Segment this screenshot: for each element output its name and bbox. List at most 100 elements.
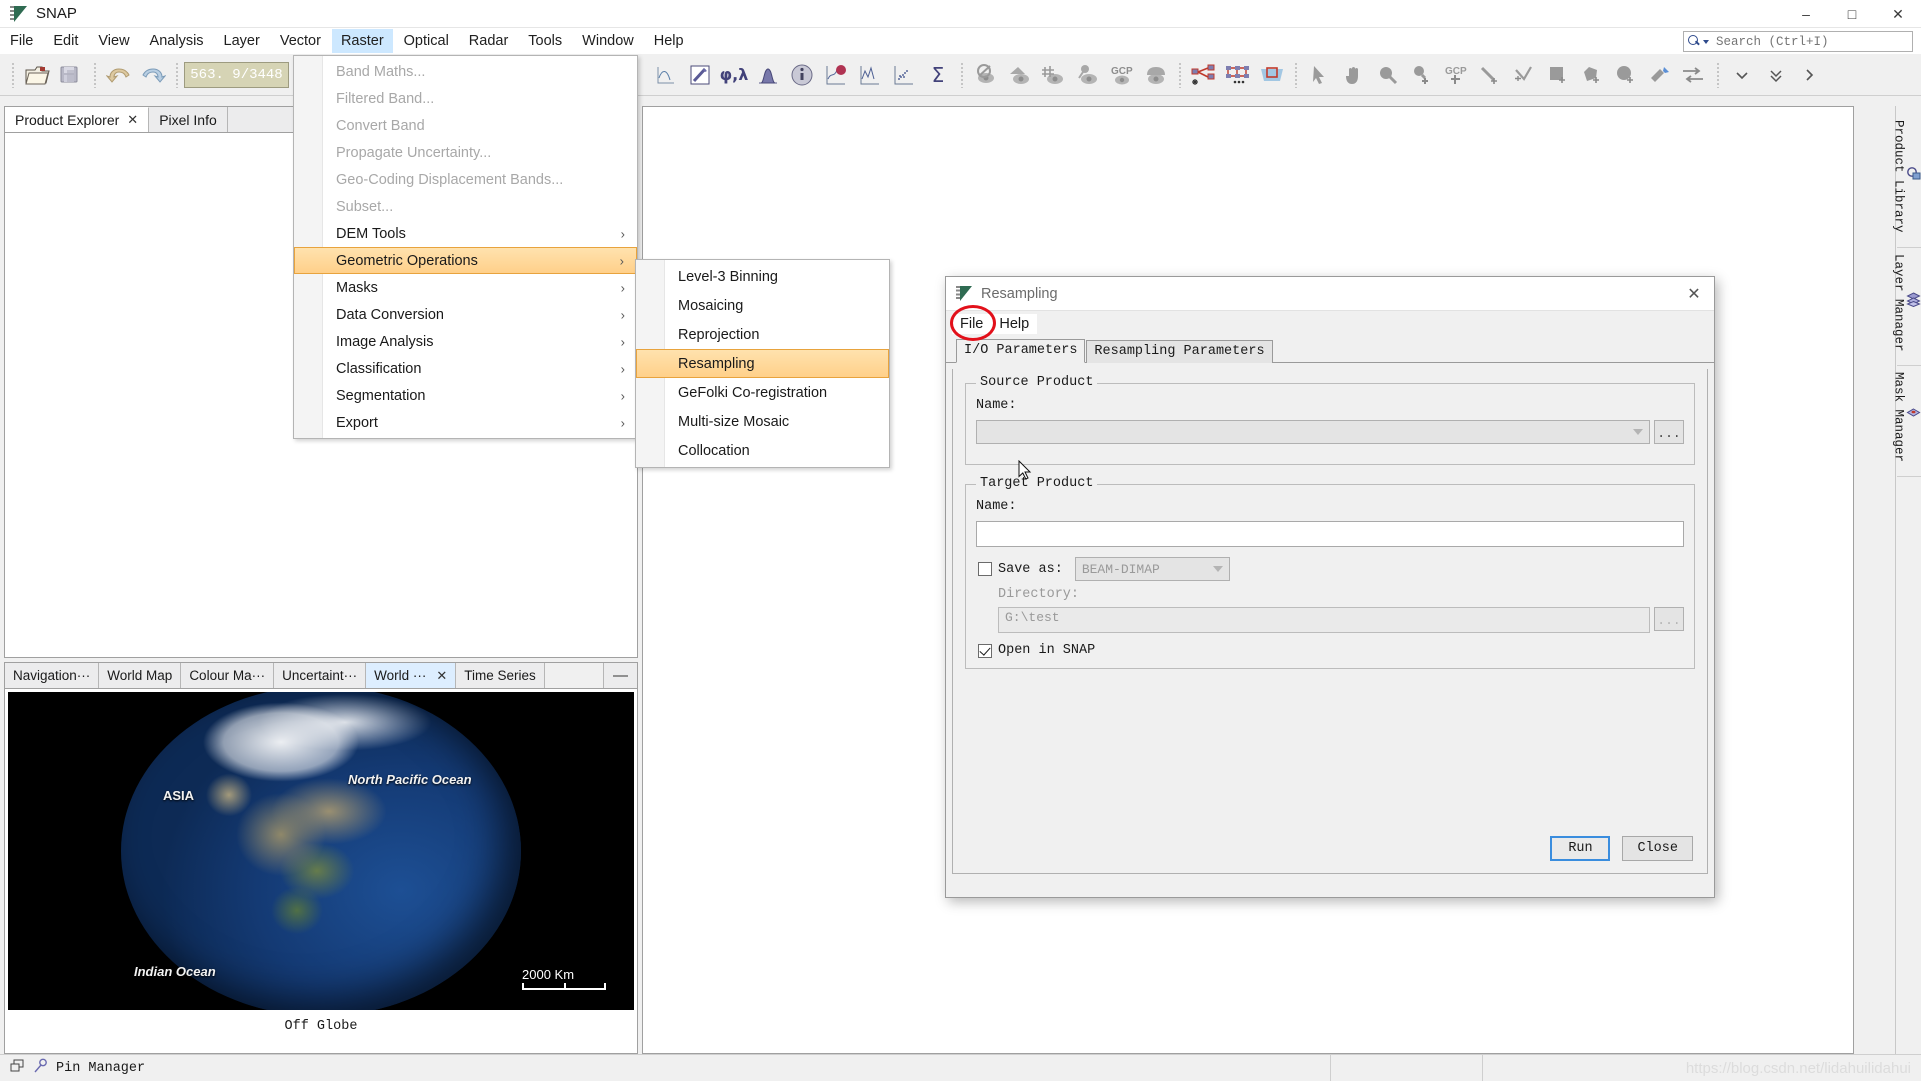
submenu-item-reprojection[interactable]: Reprojection — [636, 320, 889, 349]
menu-item-filtered-band[interactable]: Filtered Band... — [294, 85, 637, 112]
menu-item-segmentation[interactable]: Segmentation › — [294, 382, 637, 409]
minimize-panel-button[interactable]: — — [603, 663, 637, 688]
menu-item-convert-band[interactable]: Convert Band — [294, 112, 637, 139]
source-product-browse-button[interactable]: ... — [1654, 420, 1684, 444]
menu-item-export[interactable]: Export › — [294, 409, 637, 436]
menu-help[interactable]: Help — [645, 29, 693, 53]
menu-raster[interactable]: Raster — [331, 29, 393, 53]
magnifier-plus-icon[interactable] — [1405, 60, 1439, 90]
pan-tool-icon[interactable] — [1337, 60, 1371, 90]
tab-uncertainty[interactable]: Uncertaint··· — [274, 663, 367, 688]
menu-item-geometric-operations[interactable]: Geometric Operations › — [294, 247, 637, 274]
submenu-item-gefolki-co-registration[interactable]: GeFolki Co-registration — [636, 378, 889, 407]
statistics-icon[interactable] — [819, 60, 853, 90]
tab-product-explorer[interactable]: Product Explorer ✕ — [5, 107, 150, 132]
sum-icon[interactable]: Σ — [921, 60, 955, 90]
dock-item-layer-manager[interactable]: Layer Manager — [1892, 248, 1921, 367]
selection-tool-icon[interactable] — [1303, 60, 1337, 90]
menu-view[interactable]: View — [89, 29, 138, 53]
tab-io-parameters[interactable]: I/O Parameters — [956, 339, 1086, 363]
menu-item-data-conversion[interactable]: Data Conversion › — [294, 301, 637, 328]
menu-analysis[interactable]: Analysis — [141, 29, 213, 53]
tab-world-map[interactable]: World Map — [99, 663, 182, 688]
zoom-tool-icon[interactable] — [1371, 60, 1405, 90]
menu-radar[interactable]: Radar — [460, 29, 518, 53]
gcp-plus-icon[interactable]: GCP — [1439, 60, 1473, 90]
tab-pixel-info[interactable]: Pixel Info — [149, 107, 228, 132]
global-search-box[interactable] — [1683, 31, 1913, 52]
menu-vector[interactable]: Vector — [271, 29, 330, 53]
close-icon[interactable]: ✕ — [436, 668, 447, 684]
tab-world-view[interactable]: World ··· ✕ — [366, 663, 457, 688]
menu-item-masks[interactable]: Masks › — [294, 274, 637, 301]
menu-item-band-maths[interactable]: Band Maths... — [294, 58, 637, 85]
dialog-menu-file[interactable]: File — [952, 313, 992, 334]
format-combo[interactable]: BEAM-DIMAP — [1074, 557, 1230, 581]
tab-time-series[interactable]: Time Series — [456, 663, 545, 688]
grid-overlay-icon[interactable] — [1037, 60, 1071, 90]
source-product-combo[interactable] — [976, 420, 1650, 444]
search-input[interactable] — [1714, 33, 1908, 50]
close-button[interactable]: Close — [1622, 836, 1693, 861]
window-icon[interactable] — [10, 1059, 25, 1078]
submenu-item-resampling[interactable]: Resampling — [636, 349, 889, 378]
profile-plot-icon[interactable] — [649, 60, 683, 90]
dock-item-product-library[interactable]: Product Library — [1892, 114, 1921, 248]
polygon-draw-icon[interactable] — [1575, 60, 1609, 90]
undo-icon[interactable] — [102, 60, 136, 90]
menu-file[interactable]: File — [1, 29, 42, 53]
chevron-down-icon[interactable] — [1725, 60, 1759, 90]
close-icon[interactable]: ✕ — [127, 112, 138, 128]
tab-resampling-parameters[interactable]: Resampling Parameters — [1086, 340, 1273, 363]
pin-manager-label[interactable]: Pin Manager — [56, 1061, 145, 1076]
world-globe-view[interactable]: ASIA North Pacific Ocean Indian Ocean 20… — [8, 692, 634, 1010]
tab-colour-manipulation[interactable]: Colour Ma··· — [181, 663, 275, 688]
menu-item-subset[interactable]: Subset... — [294, 193, 637, 220]
save-product-icon[interactable] — [54, 60, 88, 90]
dialog-close-button[interactable]: ✕ — [1674, 277, 1714, 311]
open-in-snap-checkbox[interactable] — [978, 643, 992, 658]
menu-edit[interactable]: Edit — [44, 29, 87, 53]
menu-tools[interactable]: Tools — [519, 29, 571, 53]
polyline-draw-icon[interactable] — [1507, 60, 1541, 90]
subset-icon[interactable] — [1255, 60, 1289, 90]
submenu-item-mosaicing[interactable]: Mosaicing — [636, 291, 889, 320]
graticule-overlay-icon[interactable] — [1003, 60, 1037, 90]
menu-item-propagate-uncertainty[interactable]: Propagate Uncertainty... — [294, 139, 637, 166]
rectangle-draw-icon[interactable] — [1541, 60, 1575, 90]
close-button[interactable]: ✕ — [1875, 0, 1921, 28]
pin-overlay-icon[interactable] — [1071, 60, 1105, 90]
submenu-item-collocation[interactable]: Collocation — [636, 436, 889, 465]
directory-input[interactable]: G:\test — [998, 607, 1650, 633]
redo-icon[interactable] — [136, 60, 170, 90]
menu-item-image-analysis[interactable]: Image Analysis › — [294, 328, 637, 355]
open-product-icon[interactable] — [20, 60, 54, 90]
directory-browse-button[interactable]: ... — [1654, 607, 1684, 631]
profile-graph-icon[interactable] — [853, 60, 887, 90]
menu-item-classification[interactable]: Classification › — [294, 355, 637, 382]
memory-readout[interactable]: 563. 9/3448 — [184, 61, 289, 88]
chevron-double-down-icon[interactable] — [1759, 60, 1793, 90]
maximize-button[interactable]: □ — [1829, 0, 1875, 28]
run-button[interactable]: Run — [1550, 836, 1611, 861]
minimize-button[interactable]: – — [1783, 0, 1829, 28]
mask-overlay-icon[interactable] — [1139, 60, 1173, 90]
menu-window[interactable]: Window — [573, 29, 643, 53]
scatter-plot-icon[interactable] — [887, 60, 921, 90]
dock-item-mask-manager[interactable]: Mask Manager — [1892, 366, 1921, 478]
batch-processing-icon[interactable] — [1221, 60, 1255, 90]
tab-navigation[interactable]: Navigation··· — [5, 663, 100, 688]
histogram-icon[interactable] — [751, 60, 785, 90]
information-icon[interactable] — [785, 60, 819, 90]
graph-builder-icon[interactable] — [1187, 60, 1221, 90]
line-draw-icon[interactable] — [1473, 60, 1507, 90]
gcp-overlay-icon[interactable]: GCP — [1105, 60, 1139, 90]
geo-coding-icon[interactable]: φ,λ — [717, 60, 751, 90]
chevron-right-icon[interactable] — [1793, 60, 1827, 90]
export-view-icon[interactable] — [1643, 60, 1677, 90]
submenu-item-multi-size-mosaic[interactable]: Multi-size Mosaic — [636, 407, 889, 436]
save-as-checkbox[interactable] — [978, 562, 992, 576]
menu-optical[interactable]: Optical — [395, 29, 458, 53]
colour-manipulation-icon[interactable] — [683, 60, 717, 90]
ellipse-draw-icon[interactable] — [1609, 60, 1643, 90]
